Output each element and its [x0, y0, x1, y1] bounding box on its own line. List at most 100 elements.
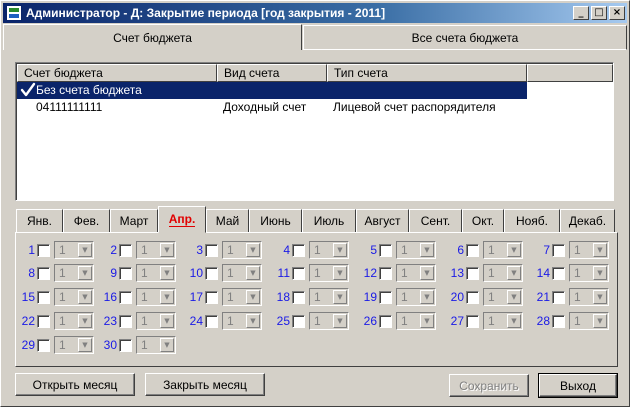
- minimize-button[interactable]: _: [573, 6, 589, 20]
- chevron-down-icon[interactable]: ▼: [160, 290, 174, 304]
- day-checkbox[interactable]: [119, 243, 132, 257]
- chevron-down-icon[interactable]: ▼: [246, 243, 260, 257]
- chevron-down-icon[interactable]: ▼: [78, 243, 92, 257]
- day-dropdown[interactable]: 1 ▼: [483, 241, 523, 259]
- exit-button[interactable]: Выход: [538, 373, 618, 398]
- month-tab[interactable]: Фев.: [63, 209, 110, 233]
- column-header-kind[interactable]: Вид счета: [217, 64, 327, 82]
- day-dropdown[interactable]: 1 ▼: [483, 264, 523, 282]
- chevron-down-icon[interactable]: ▼: [160, 338, 174, 352]
- day-checkbox[interactable]: [119, 314, 132, 328]
- tab-budget-account[interactable]: Счет бюджета: [3, 24, 302, 50]
- day-checkbox[interactable]: [466, 243, 479, 257]
- day-dropdown[interactable]: 1 ▼: [54, 336, 94, 354]
- title-bar[interactable]: Администратор - Д: Закрытие периода [год…: [3, 3, 627, 23]
- day-dropdown[interactable]: 1 ▼: [569, 312, 609, 330]
- day-dropdown[interactable]: 1 ▼: [483, 288, 523, 306]
- day-dropdown[interactable]: 1 ▼: [309, 288, 349, 306]
- day-dropdown[interactable]: 1 ▼: [54, 264, 94, 282]
- month-tab[interactable]: Сент.: [409, 209, 462, 233]
- chevron-down-icon[interactable]: ▼: [593, 243, 607, 257]
- tab-all-budget-accounts[interactable]: Все счета бюджета: [303, 25, 627, 50]
- chevron-down-icon[interactable]: ▼: [160, 314, 174, 328]
- day-checkbox[interactable]: [552, 266, 565, 280]
- day-checkbox[interactable]: [37, 266, 50, 280]
- chevron-down-icon[interactable]: ▼: [507, 266, 521, 280]
- day-dropdown[interactable]: 1 ▼: [569, 241, 609, 259]
- chevron-down-icon[interactable]: ▼: [333, 266, 347, 280]
- column-header-account[interactable]: Счет бюджета: [17, 64, 217, 82]
- day-checkbox[interactable]: [37, 290, 50, 304]
- chevron-down-icon[interactable]: ▼: [593, 290, 607, 304]
- month-tab[interactable]: Окт.: [462, 209, 504, 233]
- chevron-down-icon[interactable]: ▼: [420, 243, 434, 257]
- chevron-down-icon[interactable]: ▼: [333, 314, 347, 328]
- month-tab[interactable]: Июнь: [249, 209, 302, 233]
- day-dropdown[interactable]: 1 ▼: [54, 241, 94, 259]
- day-dropdown[interactable]: 1 ▼: [396, 312, 436, 330]
- day-checkbox[interactable]: [119, 266, 132, 280]
- chevron-down-icon[interactable]: ▼: [507, 243, 521, 257]
- day-checkbox[interactable]: [292, 243, 305, 257]
- day-dropdown[interactable]: 1 ▼: [396, 241, 436, 259]
- chevron-down-icon[interactable]: ▼: [420, 266, 434, 280]
- day-dropdown[interactable]: 1 ▼: [136, 264, 176, 282]
- accounts-grid[interactable]: Счет бюджета Вид счета Тип счета Без сче…: [15, 62, 614, 201]
- month-tab[interactable]: Янв.: [16, 209, 63, 233]
- day-dropdown[interactable]: 1 ▼: [309, 241, 349, 259]
- day-checkbox[interactable]: [379, 243, 392, 257]
- save-button[interactable]: Сохранить: [449, 374, 529, 397]
- chevron-down-icon[interactable]: ▼: [420, 314, 434, 328]
- chevron-down-icon[interactable]: ▼: [246, 290, 260, 304]
- close-month-button[interactable]: Закрыть месяц: [145, 373, 265, 396]
- day-checkbox[interactable]: [292, 314, 305, 328]
- table-row[interactable]: 04111111111 Доходный счет Лицевой счет р…: [17, 99, 527, 116]
- maximize-button[interactable]: □: [591, 6, 607, 20]
- day-checkbox[interactable]: [119, 338, 132, 352]
- day-dropdown[interactable]: 1 ▼: [222, 312, 262, 330]
- chevron-down-icon[interactable]: ▼: [593, 266, 607, 280]
- chevron-down-icon[interactable]: ▼: [333, 243, 347, 257]
- day-checkbox[interactable]: [466, 314, 479, 328]
- day-checkbox[interactable]: [552, 290, 565, 304]
- chevron-down-icon[interactable]: ▼: [246, 266, 260, 280]
- month-tab[interactable]: Май: [206, 209, 249, 233]
- day-checkbox[interactable]: [205, 243, 218, 257]
- day-checkbox[interactable]: [37, 338, 50, 352]
- chevron-down-icon[interactable]: ▼: [78, 290, 92, 304]
- chevron-down-icon[interactable]: ▼: [420, 290, 434, 304]
- chevron-down-icon[interactable]: ▼: [507, 314, 521, 328]
- day-dropdown[interactable]: 1 ▼: [136, 312, 176, 330]
- day-dropdown[interactable]: 1 ▼: [136, 241, 176, 259]
- day-checkbox[interactable]: [379, 314, 392, 328]
- chevron-down-icon[interactable]: ▼: [160, 266, 174, 280]
- day-checkbox[interactable]: [205, 266, 218, 280]
- chevron-down-icon[interactable]: ▼: [78, 266, 92, 280]
- day-dropdown[interactable]: 1 ▼: [222, 264, 262, 282]
- day-checkbox[interactable]: [552, 243, 565, 257]
- column-header-type[interactable]: Тип счета: [327, 64, 527, 82]
- day-checkbox[interactable]: [379, 290, 392, 304]
- chevron-down-icon[interactable]: ▼: [333, 290, 347, 304]
- month-tab[interactable]: Март: [110, 209, 158, 233]
- day-dropdown[interactable]: 1 ▼: [136, 336, 176, 354]
- day-dropdown[interactable]: 1 ▼: [54, 312, 94, 330]
- day-checkbox[interactable]: [292, 290, 305, 304]
- day-dropdown[interactable]: 1 ▼: [136, 288, 176, 306]
- day-dropdown[interactable]: 1 ▼: [222, 288, 262, 306]
- day-checkbox[interactable]: [552, 314, 565, 328]
- day-checkbox[interactable]: [205, 290, 218, 304]
- day-checkbox[interactable]: [205, 314, 218, 328]
- chevron-down-icon[interactable]: ▼: [160, 243, 174, 257]
- day-dropdown[interactable]: 1 ▼: [569, 264, 609, 282]
- day-checkbox[interactable]: [37, 314, 50, 328]
- day-checkbox[interactable]: [466, 266, 479, 280]
- day-dropdown[interactable]: 1 ▼: [483, 312, 523, 330]
- close-button[interactable]: ×: [609, 6, 625, 20]
- chevron-down-icon[interactable]: ▼: [593, 314, 607, 328]
- chevron-down-icon[interactable]: ▼: [78, 338, 92, 352]
- day-dropdown[interactable]: 1 ▼: [309, 264, 349, 282]
- day-checkbox[interactable]: [119, 290, 132, 304]
- month-tab[interactable]: Июль: [302, 209, 356, 233]
- day-dropdown[interactable]: 1 ▼: [54, 288, 94, 306]
